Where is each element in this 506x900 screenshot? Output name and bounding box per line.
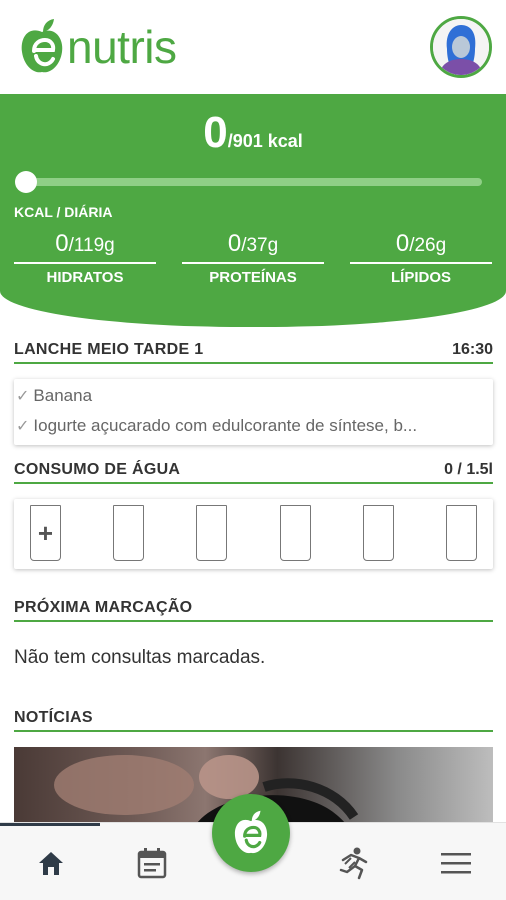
macro-target: /37g [241, 235, 279, 256]
nutris-logo-icon [234, 810, 268, 854]
macro-label: LÍPIDOS [390, 269, 451, 286]
nav-active-indicator [0, 823, 100, 826]
appointment-title: PRÓXIMA MARCAÇÃO [14, 599, 193, 616]
daily-summary-panel: 0/901 kcal KCAL / DIÁRIA 0/119g HIDRATOS… [0, 94, 506, 327]
nav-home[interactable] [31, 843, 71, 883]
water-glass[interactable] [362, 505, 394, 561]
water-amount: 0 / 1.5l [444, 461, 493, 478]
add-water-button[interactable]: + [30, 505, 61, 561]
meal-title: LANCHE MEIO TARDE 1 [14, 341, 204, 358]
news-section-header: NOTÍCIAS [14, 709, 493, 732]
app-header: nutris [0, 0, 506, 94]
check-icon: ✓ [16, 388, 30, 405]
macro-target: /119g [68, 235, 115, 256]
kcal-caption: KCAL / DIÁRIA [14, 204, 113, 220]
calendar-icon [137, 848, 167, 879]
nutris-action-button[interactable] [212, 794, 290, 872]
appointment-section-header: PRÓXIMA MARCAÇÃO [14, 599, 493, 622]
logo-text: nutris [67, 21, 177, 73]
water-glass[interactable] [279, 505, 311, 561]
macro-label: PROTEÍNAS [209, 269, 297, 286]
list-item[interactable]: ✓ Iogurte açucarado com edulcorante de s… [14, 411, 493, 441]
app-logo: nutris [18, 18, 177, 76]
news-title: NOTÍCIAS [14, 709, 93, 726]
profile-avatar[interactable] [430, 16, 492, 78]
macro-consumed: 0 [395, 230, 410, 257]
macro-consumed: 0 [55, 230, 69, 257]
nav-calendar[interactable] [132, 843, 172, 883]
kcal-counter: 0/901 kcal [0, 108, 506, 158]
home-icon [39, 852, 63, 875]
macro-carbs: 0/119g HIDRATOS [14, 230, 156, 286]
kcal-progress-knob [15, 171, 37, 193]
meal-item-label: Iogurte açucarado com edulcorante de sín… [33, 416, 418, 435]
kcal-target: /901 kcal [227, 131, 303, 151]
macro-protein: 0/37g PROTEÍNAS [182, 230, 324, 286]
user-avatar-icon [433, 19, 489, 75]
apple-logo-icon [21, 19, 63, 73]
water-glass[interactable] [445, 505, 477, 561]
meal-time: 16:30 [452, 341, 493, 358]
exercise-icon [339, 847, 368, 880]
macro-target: /26g [409, 235, 447, 256]
list-item[interactable]: ✓ Banana [14, 381, 493, 411]
plus-icon: + [37, 518, 54, 548]
nav-menu[interactable] [436, 843, 476, 883]
macro-label: HIDRATOS [46, 269, 124, 286]
water-glass[interactable] [113, 505, 145, 561]
water-glass[interactable] [196, 505, 228, 561]
check-icon: ✓ [16, 418, 30, 435]
water-card: + [14, 499, 493, 569]
water-glasses: + [14, 499, 493, 567]
kcal-progress-bar [26, 178, 482, 186]
macros-row: 0/119g HIDRATOS 0/37g PROTEÍNAS 0/26g LÍ… [14, 230, 492, 286]
macro-fat: 0/26g LÍPIDOS [350, 230, 492, 286]
menu-icon [441, 853, 471, 874]
meal-section-header: LANCHE MEIO TARDE 1 16:30 [14, 341, 493, 364]
kcal-consumed: 0 [203, 108, 228, 157]
meal-item-label: Banana [33, 386, 93, 405]
nav-exercise[interactable] [334, 843, 374, 883]
water-title: CONSUMO DE ÁGUA [14, 461, 181, 478]
water-section-header: CONSUMO DE ÁGUA 0 / 1.5l [14, 461, 493, 484]
macro-consumed: 0 [227, 230, 242, 257]
meal-card[interactable]: ✓ Banana ✓ Iogurte açucarado com edulcor… [14, 379, 493, 445]
no-appointments-text: Não tem consultas marcadas. [14, 647, 266, 668]
